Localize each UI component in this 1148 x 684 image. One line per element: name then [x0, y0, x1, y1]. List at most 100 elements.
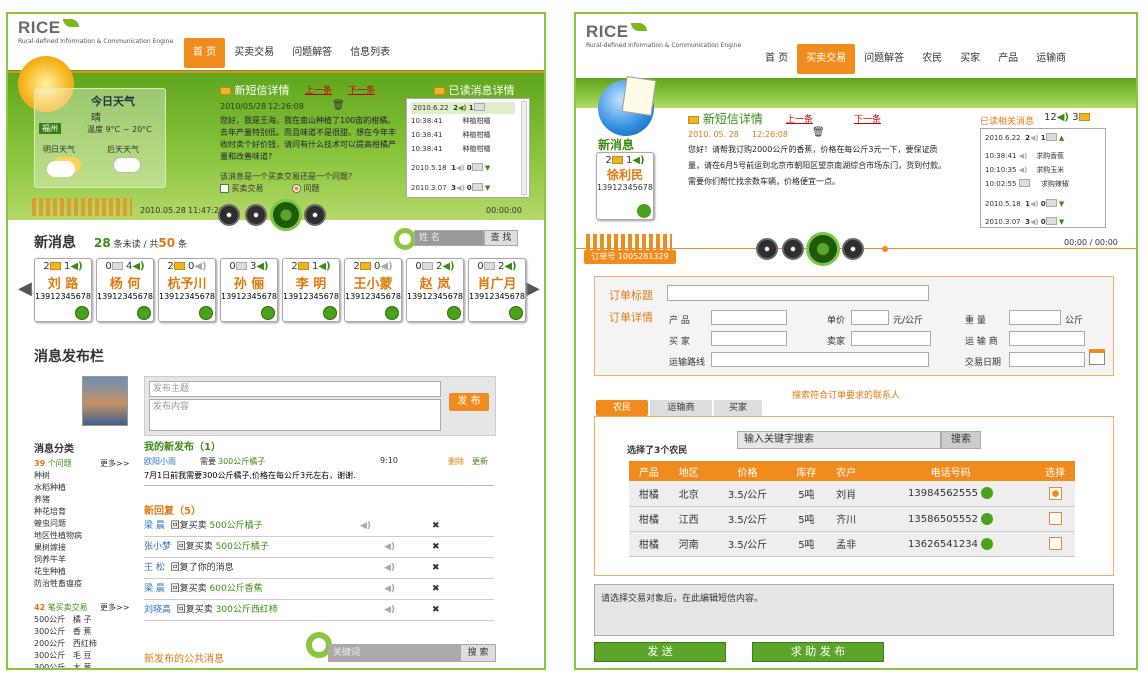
trade-item[interactable]: 300公斤 香 蕉: [34, 626, 97, 638]
buyer-input[interactable]: [711, 331, 787, 346]
city-select[interactable]: 福州: [39, 123, 61, 134]
close-icon[interactable]: ✖: [432, 516, 440, 537]
table-row[interactable]: 柑橘 江西 3.5/公斤 5吨 齐川 13586505552: [629, 506, 1075, 532]
prev-link[interactable]: 上一条: [305, 83, 332, 96]
category-item[interactable]: 花生种植: [34, 566, 82, 578]
read-scrollbar[interactable]: [521, 101, 527, 195]
next-button[interactable]: [842, 238, 864, 260]
sms-compose[interactable]: 请选择交易对象后，在此编辑短信内容。: [594, 584, 1114, 636]
category-item[interactable]: 果树嫁接: [34, 542, 82, 554]
call-icon[interactable]: [981, 512, 994, 525]
opt-question[interactable]: 问题: [292, 183, 320, 194]
call-icon[interactable]: [385, 306, 399, 320]
contact-card[interactable]: 0 4◀) 杨 何 13912345678: [96, 258, 154, 322]
close-icon[interactable]: ✖: [432, 600, 440, 621]
search-button[interactable]: 查 找: [484, 230, 518, 246]
table-row[interactable]: 柑橘 河南 3.5/公斤 5吨 孟非 13626541234: [629, 531, 1075, 557]
tab-farmer[interactable]: 农民: [596, 400, 648, 416]
nav-list[interactable]: 信息列表: [341, 38, 399, 68]
more-trades-link[interactable]: 更多>>: [100, 602, 129, 613]
next-link[interactable]: 下一条: [348, 83, 375, 96]
reply-row[interactable]: 刘晓高 回复买卖 300公斤西红柿 ◀) ✖: [144, 600, 494, 621]
contact-card[interactable]: 0 2◀) 赵 岚 13912345678: [406, 258, 464, 322]
category-item[interactable]: 防治牲畜瘟疫: [34, 578, 82, 590]
next-button[interactable]: [304, 204, 326, 226]
product-input[interactable]: [711, 310, 787, 325]
select-checkbox[interactable]: [1048, 486, 1062, 500]
category-item[interactable]: 地区性植物病: [34, 530, 82, 542]
play-button[interactable]: [806, 232, 840, 266]
category-item[interactable]: 养猪: [34, 494, 82, 506]
tab-carrier[interactable]: 运输商: [650, 400, 712, 416]
category-item[interactable]: 蝗虫问题: [34, 518, 82, 530]
reply-row[interactable]: 梁 晨 回复买卖 500公斤橘子 ◀) ✖: [144, 516, 494, 537]
weight-input[interactable]: [1009, 310, 1061, 325]
reply-row[interactable]: 王 松 回复了你的消息 ◀) ✖: [144, 558, 494, 579]
call-icon[interactable]: [261, 306, 275, 320]
tab-buyer[interactable]: 买家: [714, 400, 762, 416]
nav-carrier[interactable]: 运输商: [1027, 44, 1075, 74]
carrier-input[interactable]: [1009, 331, 1085, 346]
category-item[interactable]: 种树: [34, 470, 82, 482]
trash-icon[interactable]: 🗑: [332, 100, 345, 111]
close-icon[interactable]: ✖: [432, 558, 440, 579]
nav-qa[interactable]: 问题解答: [855, 44, 913, 74]
prev-button[interactable]: [245, 204, 267, 226]
table-row[interactable]: 柑橘 北京 3.5/公斤 5吨 刘肖 13984562555: [629, 481, 1075, 507]
date-input[interactable]: [1009, 352, 1085, 367]
publish-button[interactable]: 发 布: [449, 393, 489, 411]
order-title-input[interactable]: [667, 285, 929, 301]
category-item[interactable]: 饲养牛羊: [34, 554, 82, 566]
trade-item[interactable]: 300公斤 大 葱: [34, 662, 97, 668]
close-icon[interactable]: ✖: [432, 579, 440, 600]
price-input[interactable]: [851, 310, 889, 325]
contact-card[interactable]: 0 3◀) 孙 俪 13912345678: [220, 258, 278, 322]
keyword-input[interactable]: 关键词: [328, 644, 460, 662]
contact-card[interactable]: 2 0◀) 杭予川 13912345678: [158, 258, 216, 322]
name-search-input[interactable]: 姓 名: [414, 230, 484, 246]
route-input[interactable]: [711, 352, 929, 367]
reply-row[interactable]: 梁 晨 回复买卖 600公斤香蕉 ◀) ✖: [144, 579, 494, 600]
topic-input[interactable]: 发布主题: [149, 381, 441, 397]
contact-card[interactable]: 2 0◀) 王小蒙 13912345678: [344, 258, 402, 322]
nav-home[interactable]: 首 页: [184, 38, 226, 68]
calendar-icon[interactable]: [1089, 349, 1105, 365]
call-icon[interactable]: [199, 306, 213, 320]
trade-item[interactable]: 300公斤 毛 豆: [34, 650, 97, 662]
contact-card[interactable]: 0 2◀) 肖广月 13912345678: [468, 258, 526, 322]
content-input[interactable]: 发布内容: [149, 399, 441, 431]
call-icon[interactable]: [981, 487, 994, 500]
more-questions-link[interactable]: 更多>>: [100, 458, 129, 469]
next-link[interactable]: 下一条: [854, 112, 881, 125]
seller-input[interactable]: [851, 331, 931, 346]
trade-item[interactable]: 200公斤 西红柿: [34, 638, 97, 650]
nav-product[interactable]: 产品: [989, 44, 1027, 74]
call-icon[interactable]: [323, 306, 337, 320]
call-icon[interactable]: [137, 306, 151, 320]
carousel-right-arrow[interactable]: ▶: [526, 278, 540, 299]
update-link[interactable]: 更新: [472, 456, 488, 467]
reply-row[interactable]: 张小梦 回复买卖 500公斤橘子 ◀) ✖: [144, 537, 494, 558]
keyword-search-button[interactable]: 搜 索: [460, 644, 496, 662]
delete-link[interactable]: 删除: [448, 456, 464, 467]
prev-link[interactable]: 上一条: [786, 112, 813, 125]
nav-trade[interactable]: 买卖交易: [797, 44, 856, 74]
call-icon[interactable]: [75, 306, 89, 320]
trade-item[interactable]: 500公斤 橘 子: [34, 614, 97, 626]
send-button[interactable]: 发 送: [594, 642, 726, 662]
nav-qa[interactable]: 问题解答: [283, 38, 341, 68]
select-checkbox[interactable]: [1048, 512, 1062, 525]
trash-icon[interactable]: 🗑: [812, 127, 825, 138]
new-message-card[interactable]: 2 1◀) 徐利民 13912345678: [596, 152, 654, 220]
nav-home[interactable]: 首 页: [756, 44, 797, 74]
nav-buyer[interactable]: 买家: [951, 44, 989, 74]
keyword-input[interactable]: 输入关键字搜索: [737, 431, 941, 449]
prev-button[interactable]: [782, 238, 804, 260]
nav-farmer[interactable]: 农民: [913, 44, 951, 74]
keyword-search-button[interactable]: 搜索: [941, 431, 981, 449]
call-icon[interactable]: [509, 306, 523, 320]
carousel-left-arrow[interactable]: ◀: [18, 278, 32, 299]
contact-card[interactable]: 2 1◀) 刘 路 13912345678: [34, 258, 92, 322]
select-checkbox[interactable]: [1048, 537, 1062, 550]
close-icon[interactable]: ✖: [432, 537, 440, 558]
